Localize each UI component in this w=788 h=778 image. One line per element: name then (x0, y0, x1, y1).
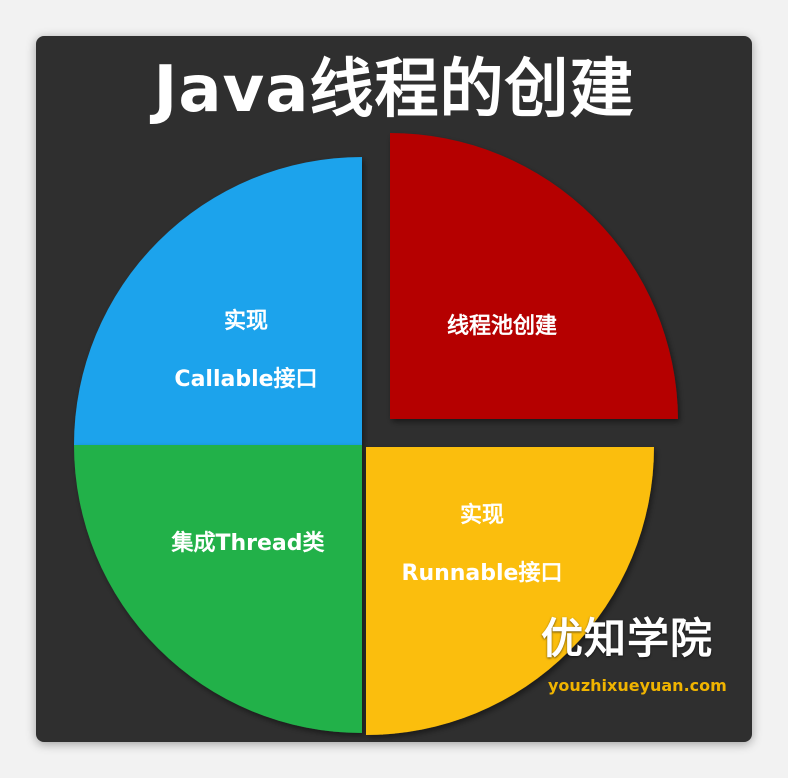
bottom-left-label: 集成Thread类 (170, 530, 325, 556)
bottom-right-label-line2: Runnable接口 (402, 561, 563, 586)
quadrant-bottom-left (74, 445, 362, 733)
bottom-right-label-line1: 实现 (460, 502, 504, 528)
quadrant-top-left (74, 157, 362, 445)
watermark-url: youzhixueyuan.com (548, 676, 727, 695)
top-left-label-line2: Callable接口 (174, 367, 317, 392)
diagram-frame: Java线程的创建 实现 Callable接口 线程池创建 集成Thread类 … (36, 36, 752, 742)
quadrant-top-right (390, 133, 678, 419)
watermark-logo-text: 优知学院 (541, 614, 714, 663)
top-right-label: 线程池创建 (447, 313, 557, 339)
top-left-label-line1: 实现 (224, 308, 268, 334)
